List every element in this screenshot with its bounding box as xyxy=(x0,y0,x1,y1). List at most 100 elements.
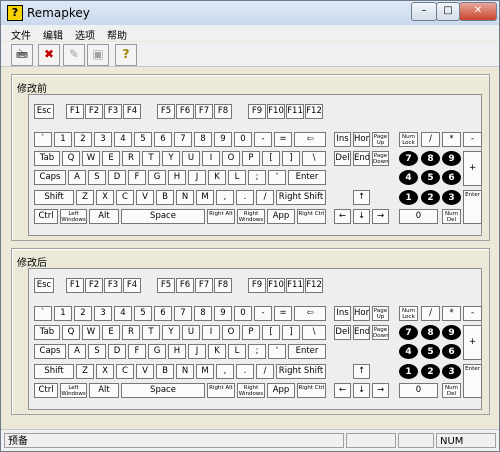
key[interactable]: 4 xyxy=(114,306,132,321)
key[interactable]: F12 xyxy=(305,104,323,119)
key[interactable]: G xyxy=(148,344,166,359)
key[interactable]: F10 xyxy=(267,278,285,293)
key[interactable]: * xyxy=(442,132,461,147)
key[interactable]: H xyxy=(168,344,186,359)
key[interactable]: L xyxy=(228,170,246,185)
key[interactable]: Page Down xyxy=(372,151,389,166)
key[interactable]: F4 xyxy=(123,104,141,119)
key[interactable]: Alt xyxy=(89,383,119,398)
key[interactable]: S xyxy=(88,344,106,359)
key[interactable]: Right Windows xyxy=(237,383,265,398)
key[interactable]: F3 xyxy=(104,278,122,293)
key[interactable]: 9 xyxy=(214,132,232,147)
key[interactable]: Home xyxy=(353,306,370,321)
key[interactable]: ; xyxy=(248,170,266,185)
key[interactable]: Tab xyxy=(34,151,60,166)
key[interactable]: A xyxy=(68,344,86,359)
key[interactable]: F1 xyxy=(66,104,84,119)
key[interactable]: = xyxy=(274,132,292,147)
key[interactable]: ] xyxy=(282,151,300,166)
key[interactable]: W xyxy=(82,151,100,166)
key[interactable]: S xyxy=(88,170,106,185)
key[interactable]: 9 xyxy=(442,151,461,166)
key[interactable]: 7 xyxy=(399,325,418,340)
key[interactable]: 5 xyxy=(134,132,152,147)
key[interactable]: F5 xyxy=(157,278,175,293)
key[interactable]: K xyxy=(208,344,226,359)
help-button[interactable]: ? xyxy=(115,44,137,66)
key[interactable]: F2 xyxy=(85,278,103,293)
key[interactable]: J xyxy=(188,170,206,185)
key[interactable]: 3 xyxy=(442,190,461,205)
key[interactable]: 2 xyxy=(421,190,440,205)
key[interactable]: End xyxy=(353,151,370,166)
close-button[interactable]: ✕ xyxy=(459,2,497,21)
key[interactable]: I xyxy=(202,325,220,340)
key[interactable]: ] xyxy=(282,325,300,340)
key[interactable]: R xyxy=(122,325,140,340)
key[interactable]: 1 xyxy=(399,190,418,205)
key[interactable]: Alt xyxy=(89,209,119,224)
key[interactable]: , xyxy=(216,190,234,205)
key[interactable]: Tab xyxy=(34,325,60,340)
key[interactable]: * xyxy=(442,306,461,321)
key[interactable]: Ctrl xyxy=(34,383,58,398)
key[interactable]: 5 xyxy=(421,170,440,185)
minimize-button[interactable]: – xyxy=(411,2,437,21)
key[interactable]: / xyxy=(256,364,274,379)
key[interactable]: 7 xyxy=(174,132,192,147)
key[interactable]: F xyxy=(128,170,146,185)
key[interactable]: F10 xyxy=(267,104,285,119)
key[interactable]: P xyxy=(242,151,260,166)
key[interactable]: U xyxy=(182,325,200,340)
menu-file[interactable]: 文件 xyxy=(11,27,31,42)
key[interactable]: - xyxy=(463,132,482,147)
key[interactable]: Y xyxy=(162,151,180,166)
menu-help[interactable]: 帮助 xyxy=(107,27,127,42)
key[interactable]: Caps xyxy=(34,344,66,359)
key[interactable]: [ xyxy=(262,151,280,166)
key[interactable]: 6 xyxy=(154,306,172,321)
key[interactable]: Del xyxy=(334,325,351,340)
key[interactable]: T xyxy=(142,325,160,340)
write-mapping-button[interactable]: ✎ xyxy=(63,44,85,66)
key[interactable]: V xyxy=(136,190,154,205)
print-button[interactable]: ▣ xyxy=(87,44,109,66)
key[interactable]: ↑ xyxy=(353,190,370,205)
key[interactable]: + xyxy=(463,151,482,186)
key[interactable]: H xyxy=(168,170,186,185)
key[interactable]: C xyxy=(116,364,134,379)
key[interactable]: M xyxy=(196,364,214,379)
key[interactable]: / xyxy=(421,132,440,147)
key[interactable]: ← xyxy=(334,383,351,398)
key[interactable]: 6 xyxy=(442,170,461,185)
key[interactable]: ⇦ xyxy=(294,306,326,321)
menu-options[interactable]: 选项 xyxy=(75,27,95,42)
key[interactable]: Z xyxy=(76,190,94,205)
key[interactable]: T xyxy=(142,151,160,166)
key[interactable]: A xyxy=(68,170,86,185)
key[interactable]: , xyxy=(216,364,234,379)
key[interactable]: F8 xyxy=(214,104,232,119)
key[interactable]: 5 xyxy=(134,306,152,321)
key[interactable]: F11 xyxy=(286,104,304,119)
key[interactable]: F5 xyxy=(157,104,175,119)
key[interactable]: Esc xyxy=(34,104,54,119)
key[interactable]: Del xyxy=(334,151,351,166)
key[interactable]: Ins xyxy=(334,132,351,147)
key[interactable]: F3 xyxy=(104,104,122,119)
key[interactable]: 0 xyxy=(234,306,252,321)
key[interactable]: 6 xyxy=(442,344,461,359)
key[interactable]: 3 xyxy=(94,306,112,321)
key[interactable]: 4 xyxy=(399,170,418,185)
key[interactable]: Num Del xyxy=(442,383,461,398)
key[interactable]: V xyxy=(136,364,154,379)
key[interactable]: Right Alt xyxy=(207,383,235,398)
key[interactable]: Right Ctrl xyxy=(297,209,326,224)
key[interactable]: 9 xyxy=(442,325,461,340)
key[interactable]: M xyxy=(196,190,214,205)
key[interactable]: J xyxy=(188,344,206,359)
key[interactable]: 8 xyxy=(421,325,440,340)
key[interactable]: ⇦ xyxy=(294,132,326,147)
key[interactable]: 0 xyxy=(399,209,438,224)
